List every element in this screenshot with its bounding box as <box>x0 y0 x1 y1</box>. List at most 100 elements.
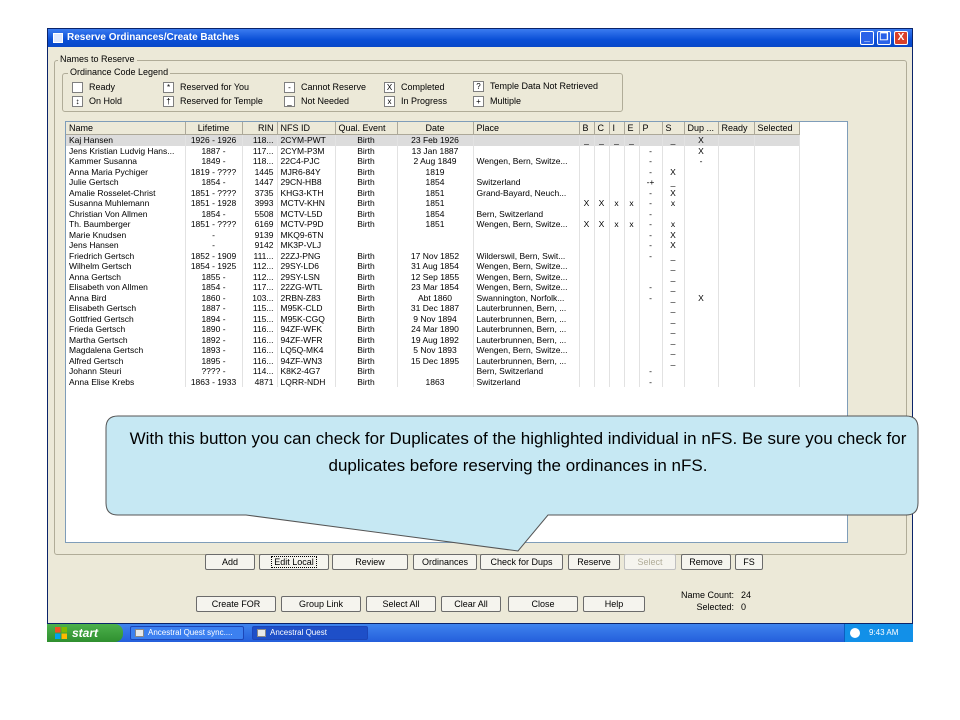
table-cell: 2RBN-Z83 <box>277 292 336 303</box>
table-row[interactable]: Kammer Susanna 1849 -118... 22C4-PJC Birth 2… <box>66 156 800 167</box>
table-cell <box>594 303 610 314</box>
table-row[interactable]: Jens Hansen -9142 MK3P-VLJ - X <box>66 240 800 251</box>
create-for-button[interactable]: Create FOR <box>196 596 276 612</box>
table-row[interactable]: Alfred Gertsch 1895 -116... 94ZF-WN3 Birth 1… <box>66 355 800 366</box>
column-header[interactable]: C <box>594 122 610 135</box>
column-header[interactable]: Date <box>397 122 474 135</box>
edit-local-button[interactable]: Edit Local <box>259 554 329 570</box>
column-header[interactable]: Name <box>66 122 186 135</box>
legend-on-hold: ↕ On Hold <box>72 96 122 107</box>
table-cell <box>624 303 640 314</box>
table-cell <box>609 208 625 219</box>
column-header[interactable]: NFS ID <box>277 122 336 135</box>
fs-button[interactable]: FS <box>735 554 763 570</box>
clear-all-button[interactable]: Clear All <box>441 596 501 612</box>
table-row[interactable]: Anna Bird 1860 -103... 2RBN-Z83 Birth Abt 18… <box>66 292 800 303</box>
table-cell <box>754 334 800 345</box>
table-row[interactable]: Anna Gertsch 1855 -112... 29SY-LSN Birth 12 … <box>66 271 800 282</box>
close-button[interactable]: Close <box>508 596 578 612</box>
table-cell <box>754 134 800 146</box>
table-row[interactable]: Gottfried Gertsch 1894 -115... M95K-CGQ Bir… <box>66 313 800 324</box>
table-row[interactable]: Marie Knudsen -9139 MKQ9-6TN - X <box>66 229 800 240</box>
table-cell: 1854 - <box>185 177 243 188</box>
column-header[interactable]: RIN <box>242 122 278 135</box>
names-grid[interactable]: Name Lifetime RIN NFS ID Qual. Event Date Plac… <box>65 121 848 543</box>
table-cell: 117... <box>242 145 278 156</box>
table-row[interactable]: Susanna Muhlemann 1851 - 1928 3993 MCTV-KHN… <box>66 198 800 209</box>
table-cell <box>594 156 610 167</box>
table-cell: - <box>639 250 663 261</box>
table-cell: 3735 <box>242 187 278 198</box>
table-row[interactable]: Johann Steuri???? -114... K8K2-4G7 Birth Be… <box>66 366 800 377</box>
ordinances-button[interactable]: Ordinances <box>413 554 477 570</box>
select-button[interactable]: Select <box>624 554 676 570</box>
table-row[interactable]: Amalie Rosselet-Christ 1851 - ???? 3735 KHG… <box>66 187 800 198</box>
table-cell: Birth <box>335 134 398 146</box>
table-cell: MKQ9-6TN <box>277 229 336 240</box>
column-header[interactable]: Qual. Event <box>335 122 398 135</box>
column-header[interactable]: I <box>609 122 625 135</box>
table-cell <box>609 303 625 314</box>
table-row[interactable]: Christian Von Allmen 1854 -5508 MCTV-L5D Bi… <box>66 208 800 219</box>
table-row[interactable]: Wilhelm Gertsch 1854 - 1925 112... 29SY-LD6… <box>66 261 800 272</box>
table-row[interactable]: Elisabeth Gertsch 1887 -115... M95K-CLD Bir… <box>66 303 800 314</box>
table-row[interactable]: Frieda Gertsch 1890 -116... 94ZF-WFK Birth 2… <box>66 324 800 335</box>
close-window-button[interactable]: X <box>894 31 908 45</box>
add-button[interactable]: Add <box>205 554 255 570</box>
table-cell: x <box>624 198 640 209</box>
table-cell: Wengen, Bern, Switze... <box>473 156 580 167</box>
table-row[interactable]: Magdalena Gertsch 1893 -116... LQ5Q-MK4 Bir… <box>66 345 800 356</box>
review-button[interactable]: Review <box>332 554 408 570</box>
column-header[interactable]: S <box>662 122 685 135</box>
table-cell: X <box>662 229 685 240</box>
table-cell: 1863 - 1933 <box>185 376 243 387</box>
table-cell <box>624 156 640 167</box>
table-cell: 116... <box>242 324 278 335</box>
table-cell <box>754 366 800 377</box>
table-row[interactable]: Th. Baumberger 1851 - ???? 6169 MCTV-P9D Bir… <box>66 219 800 230</box>
table-cell <box>624 229 640 240</box>
select-all-button[interactable]: Select All <box>366 596 436 612</box>
table-row[interactable]: Elisabeth von Allmen 1854 -117... 22ZG-WTL… <box>66 282 800 293</box>
reserve-button[interactable]: Reserve <box>568 554 620 570</box>
table-row[interactable]: Julie Gertsch 1854 -1447 29CN-HB8 Birth 1854… <box>66 177 800 188</box>
table-cell <box>684 208 719 219</box>
minimize-button[interactable]: _ <box>860 31 874 45</box>
table-row[interactable]: Martha Gertsch 1892 -116... 94ZF-WFR Birth 1… <box>66 334 800 345</box>
table-cell <box>718 134 755 146</box>
table-row[interactable]: Jens Kristian Ludvig Hans... 1887 -117...… <box>66 145 800 156</box>
table-cell: M95K-CLD <box>277 303 336 314</box>
column-header[interactable]: E <box>624 122 640 135</box>
check-for-dups-button[interactable]: Check for Dups <box>480 554 563 570</box>
table-cell: 13 Jan 1887 <box>397 145 474 156</box>
column-header[interactable]: Place <box>473 122 580 135</box>
table-cell: 29CN-HB8 <box>277 177 336 188</box>
table-cell: Birth <box>335 376 398 387</box>
table-cell: 1851 <box>397 219 474 230</box>
column-header[interactable]: P <box>639 122 663 135</box>
remove-button[interactable]: Remove <box>681 554 731 570</box>
table-row[interactable]: Friedrich Gertsch 1852 - 1909 111... 22ZJ-P… <box>66 250 800 261</box>
help-button[interactable]: Help <box>583 596 645 612</box>
start-button[interactable]: start <box>47 624 123 642</box>
column-header[interactable]: Lifetime <box>185 122 243 135</box>
column-header[interactable]: Dup ... <box>684 122 719 135</box>
column-header[interactable]: Ready <box>718 122 755 135</box>
table-cell <box>754 292 800 303</box>
table-cell: Bern, Switzerland <box>473 208 580 219</box>
table-row[interactable]: Kaj Hansen 1926 - 1926 118... 2CYM-PWT Birth… <box>66 134 800 146</box>
column-header[interactable]: Selected <box>754 122 800 135</box>
selected-count-value: 0 <box>741 602 747 612</box>
group-link-button[interactable]: Group Link <box>281 596 361 612</box>
taskbar-item-ancestral-quest[interactable]: Ancestral Quest <box>252 626 368 640</box>
table-cell: 1851 <box>397 187 474 198</box>
table-cell: _ <box>594 134 610 146</box>
table-row[interactable]: Anna Maria Pychiger 1819 - ???? 1445 MJR6-8… <box>66 166 800 177</box>
table-cell: LQRR-NDH <box>277 376 336 387</box>
network-icon[interactable] <box>850 628 860 638</box>
maximize-button[interactable]: ❐ <box>877 31 891 45</box>
table-row[interactable]: Anna Elise Krebs 1863 - 1933 4871 LQRR-NDH B… <box>66 376 800 387</box>
title-bar[interactable]: Reserve Ordinances/Create Batches _ ❐ X <box>48 29 912 47</box>
taskbar-item-ancestral-quest-sync[interactable]: Ancestral Quest sync.... <box>130 626 244 640</box>
column-header[interactable]: B <box>579 122 595 135</box>
